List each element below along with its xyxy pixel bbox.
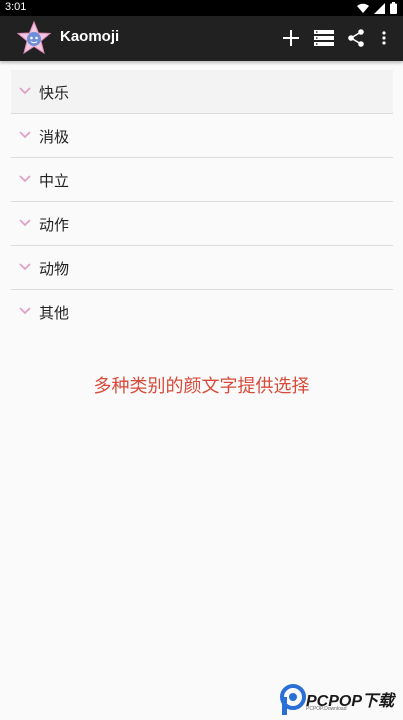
more-options-button[interactable]	[372, 26, 396, 50]
list-icon	[314, 30, 334, 46]
category-row-other[interactable]: 其他	[11, 290, 393, 333]
signal-icon	[374, 2, 385, 14]
list-button[interactable]	[312, 26, 336, 50]
app-bar: Kaomoji	[0, 16, 403, 61]
category-label: 动物	[39, 260, 70, 278]
pcpop-logo-icon	[280, 684, 306, 715]
status-bar: 3:01	[0, 0, 403, 16]
watermark-sub: PCPOP.Download	[306, 706, 347, 712]
promo-caption: 多种类别的颜文字提供选择	[93, 376, 310, 397]
category-row-neutral[interactable]: 中立	[11, 158, 393, 202]
chevron-down-icon	[19, 87, 31, 95]
battery-icon	[390, 2, 397, 14]
category-list: 快乐 消极 中立 动作 动物 其他	[11, 70, 393, 333]
status-icons	[357, 1, 397, 15]
status-time: 3:01	[5, 1, 27, 13]
wifi-icon	[357, 3, 369, 13]
category-row-action[interactable]: 动作	[11, 202, 393, 246]
category-row-negative[interactable]: 消极	[11, 114, 393, 158]
category-label: 快乐	[39, 84, 70, 102]
chevron-down-icon	[19, 219, 31, 227]
category-label: 中立	[39, 172, 70, 190]
chevron-down-icon	[19, 307, 31, 315]
add-button[interactable]	[279, 26, 303, 50]
chevron-down-icon	[19, 131, 31, 139]
chevron-down-icon	[19, 263, 31, 271]
category-label: 消极	[39, 128, 70, 146]
watermark: PCPOP下载 PCPOP.Download	[280, 683, 400, 717]
share-icon	[348, 29, 364, 47]
category-label: 动作	[39, 216, 70, 234]
share-button[interactable]	[344, 26, 368, 50]
category-row-animal[interactable]: 动物	[11, 246, 393, 290]
more-vert-icon	[382, 31, 386, 45]
category-row-happy[interactable]: 快乐	[11, 70, 393, 114]
chevron-down-icon	[19, 175, 31, 183]
add-icon	[283, 30, 299, 46]
category-label: 其他	[39, 304, 70, 322]
app-title: Kaomoji	[60, 28, 120, 45]
app-logo-icon	[16, 20, 52, 55]
